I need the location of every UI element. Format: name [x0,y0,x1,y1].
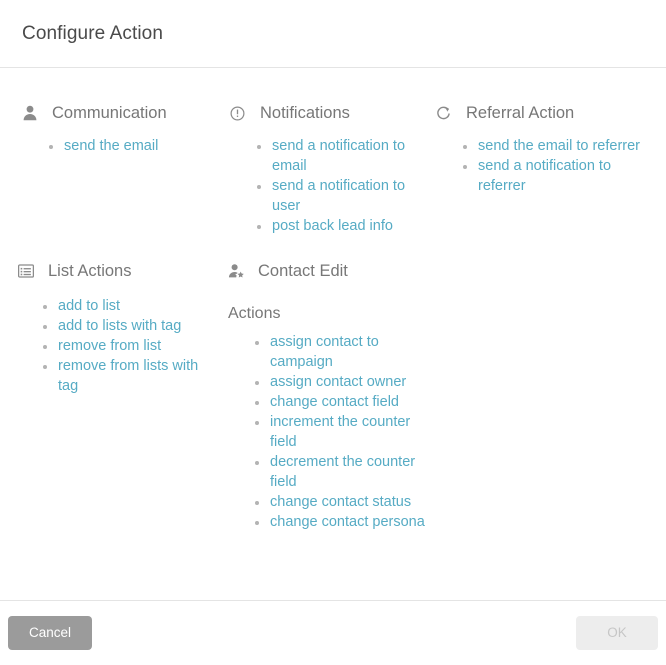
action-link[interactable]: remove from list [58,338,161,354]
refresh-icon [436,104,458,122]
list-item: change contact field [254,392,428,412]
group-title: Referral Action [466,104,575,122]
list-item: change contact persona [254,512,428,532]
action-link[interactable]: send the email to referrer [478,138,640,154]
action-list: send a notification to email send a noti… [230,136,420,236]
list-item: send a notification to user [256,176,420,216]
user-star-icon [228,262,250,280]
action-link[interactable]: assign contact to campaign [270,334,379,370]
list-item: remove from list [42,336,213,356]
actions-subheading: Actions [228,305,281,322]
list-item: increment the counter field [254,412,428,452]
group-title: Communication [52,104,167,122]
action-link[interactable]: send a notification to referrer [478,158,611,194]
list-item: decrement the counter field [254,452,428,492]
action-link[interactable]: add to list [58,298,120,314]
list-item: send a notification to email [256,136,420,176]
group-header: Contact Edit [228,260,428,282]
list-item: send the email [48,136,212,156]
action-link[interactable]: decrement the counter field [270,454,415,490]
action-link[interactable]: increment the counter field [270,414,410,450]
group-title: Notifications [260,104,350,122]
group-header: List Actions [18,260,213,282]
action-list: add to list add to lists with tag remove… [18,296,213,396]
list-item: add to list [42,296,213,316]
dialog-body: Communication send the email Notificatio… [0,68,666,601]
group-header: Referral Action [436,102,646,124]
user-icon [22,104,44,122]
list-item: post back lead info [256,216,420,236]
exclamation-circle-icon [230,104,252,122]
action-list: send the email [22,136,212,156]
list-alt-icon [18,262,40,280]
action-link[interactable]: assign contact owner [270,374,406,390]
list-item: assign contact to campaign [254,332,428,372]
action-link[interactable]: send a notification to email [272,138,405,174]
list-item: send the email to referrer [462,136,646,156]
dialog-header: Configure Action [0,0,666,68]
group-referral-action: Referral Action send the email to referr… [436,102,646,196]
action-link[interactable]: add to lists with tag [58,318,181,334]
ok-button[interactable]: OK [576,616,658,650]
group-header: Communication [22,102,212,124]
cancel-button[interactable]: Cancel [8,616,92,650]
list-item: add to lists with tag [42,316,213,336]
action-list: send the email to referrer send a notifi… [436,136,646,196]
action-list: assign contact to campaign assign contac… [228,332,428,532]
action-link[interactable]: send the email [64,138,158,154]
list-item: send a notification to referrer [462,156,646,196]
group-contact-edit: Contact Edit Actions assign contact to c… [228,260,428,532]
page-title: Configure Action [22,23,164,44]
group-notifications: Notifications send a notification to ema… [230,102,420,236]
list-item: change contact status [254,492,428,512]
action-link[interactable]: post back lead info [272,218,393,234]
list-item: assign contact owner [254,372,428,392]
group-list-actions: List Actions add to list add to lists wi… [18,260,213,396]
action-link[interactable]: change contact status [270,494,411,510]
action-link[interactable]: change contact persona [270,514,425,530]
action-link[interactable]: send a notification to user [272,178,405,214]
group-title: Contact Edit [258,262,348,280]
group-title: List Actions [48,262,132,280]
group-header: Notifications [230,102,420,124]
action-link[interactable]: remove from lists with tag [58,358,198,394]
action-link[interactable]: change contact field [270,394,399,410]
list-item: remove from lists with tag [42,356,213,396]
dialog-footer: Cancel OK [0,600,666,665]
group-communication: Communication send the email [22,102,212,156]
